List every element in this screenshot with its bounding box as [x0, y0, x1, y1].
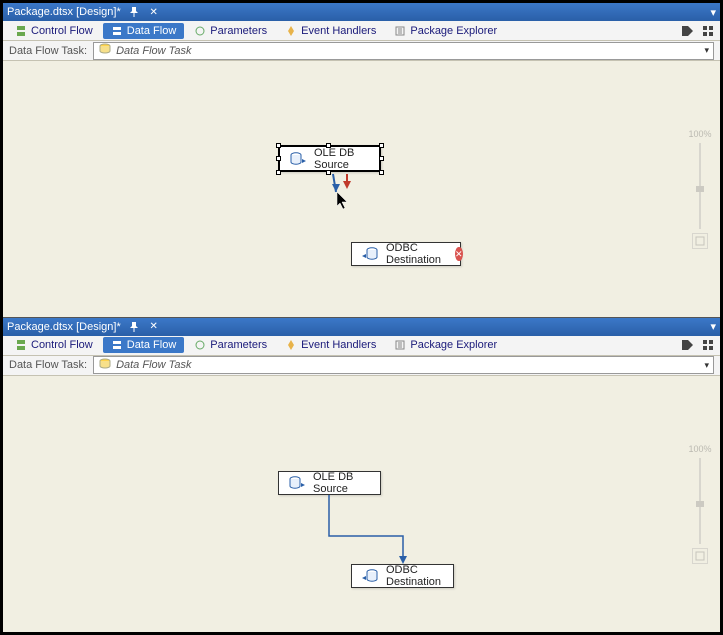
tab-parameters[interactable]: Parameters: [186, 337, 275, 353]
tab-parameters[interactable]: Parameters: [186, 23, 275, 39]
database-source-icon: [289, 475, 305, 491]
resize-handle[interactable]: [276, 156, 281, 161]
data-flow-icon: [111, 339, 123, 351]
tab-label: Parameters: [210, 25, 267, 37]
task-label: Data Flow Task:: [9, 45, 87, 57]
tab-label: Control Flow: [31, 339, 93, 351]
tab-label: Control Flow: [31, 25, 93, 37]
cursor-icon: [337, 192, 351, 213]
design-canvas[interactable]: OLE DB Source ODBC Destination 100%: [3, 376, 720, 633]
package-explorer-icon: [394, 25, 406, 37]
tab-data-flow[interactable]: Data Flow: [103, 337, 185, 353]
database-destination-icon: [362, 568, 378, 584]
event-handlers-icon: [285, 25, 297, 37]
grid-icon[interactable]: [700, 23, 716, 39]
node-label: OLE DB Source: [314, 147, 369, 171]
database-destination-icon: [362, 246, 378, 262]
window-title: Package.dtsx [Design]*: [7, 6, 121, 18]
database-source-icon: [290, 151, 306, 167]
zoom-percent: 100%: [688, 444, 711, 454]
control-flow-icon: [15, 339, 27, 351]
tab-control-flow[interactable]: Control Flow: [7, 337, 101, 353]
node-label: ODBC Destination: [386, 242, 441, 266]
pin-icon[interactable]: [127, 320, 141, 334]
task-select[interactable]: Data Flow Task ▾: [93, 42, 714, 60]
node-oledb-source[interactable]: OLE DB Source: [278, 471, 381, 495]
parameters-icon: [194, 25, 206, 37]
tags-icon[interactable]: [680, 23, 696, 39]
node-label: OLE DB Source: [313, 471, 370, 495]
task-selector-bar: Data Flow Task: Data Flow Task ▾: [3, 41, 720, 61]
task-selector-bar: Data Flow Task: Data Flow Task ▾: [3, 356, 720, 376]
package-explorer-icon: [394, 339, 406, 351]
designer-tabs: Control Flow Data Flow Parameters Event …: [3, 21, 720, 41]
grid-icon[interactable]: [700, 337, 716, 353]
window-title: Package.dtsx [Design]*: [7, 321, 121, 333]
tab-package-explorer[interactable]: Package Explorer: [386, 337, 505, 353]
data-flow-icon: [111, 25, 123, 37]
bottom-pane: Package.dtsx [Design]* ✕ ▾ Control Flow …: [3, 318, 720, 633]
chevron-down-icon: ▾: [704, 360, 709, 371]
design-canvas[interactable]: OLE DB Source: [3, 61, 720, 317]
zoom-percent: 100%: [688, 129, 711, 139]
window-menu-icon[interactable]: ▾: [710, 6, 716, 19]
resize-handle[interactable]: [276, 170, 281, 175]
window-menu-icon[interactable]: ▾: [710, 320, 716, 333]
tags-icon[interactable]: [680, 337, 696, 353]
pin-icon[interactable]: [127, 5, 141, 19]
node-odbc-destination[interactable]: ODBC Destination ✕: [351, 242, 461, 266]
tab-label: Event Handlers: [301, 339, 376, 351]
designer-tabs: Control Flow Data Flow Parameters Event …: [3, 336, 720, 356]
node-oledb-source[interactable]: OLE DB Source: [278, 145, 381, 172]
task-label: Data Flow Task:: [9, 359, 87, 371]
zoom-fit-button[interactable]: [692, 233, 708, 249]
error-badge-icon: ✕: [455, 247, 463, 261]
tab-label: Data Flow: [127, 339, 177, 351]
task-select-value: Data Flow Task: [116, 45, 700, 57]
resize-handle[interactable]: [379, 156, 384, 161]
tab-data-flow[interactable]: Data Flow: [103, 23, 185, 39]
resize-handle[interactable]: [276, 143, 281, 148]
tab-label: Event Handlers: [301, 25, 376, 37]
zoom-track[interactable]: [699, 458, 701, 544]
chevron-down-icon: ▾: [704, 45, 709, 56]
resize-handle[interactable]: [326, 143, 331, 148]
zoom-thumb[interactable]: [696, 186, 704, 192]
close-icon[interactable]: ✕: [147, 320, 161, 334]
tab-event-handlers[interactable]: Event Handlers: [277, 23, 384, 39]
task-select-value: Data Flow Task: [116, 359, 700, 371]
zoom-fit-button[interactable]: [692, 548, 708, 564]
resize-handle[interactable]: [326, 170, 331, 175]
close-icon[interactable]: ✕: [147, 5, 161, 19]
zoom-slider[interactable]: 100%: [690, 129, 710, 249]
zoom-slider[interactable]: 100%: [690, 444, 710, 564]
zoom-thumb[interactable]: [696, 501, 704, 507]
parameters-icon: [194, 339, 206, 351]
task-icon: [98, 357, 112, 374]
tab-event-handlers[interactable]: Event Handlers: [277, 337, 384, 353]
node-odbc-destination[interactable]: ODBC Destination: [351, 564, 454, 588]
control-flow-icon: [15, 25, 27, 37]
tab-label: Package Explorer: [410, 25, 497, 37]
node-label: ODBC Destination: [386, 564, 443, 588]
zoom-track[interactable]: [699, 143, 701, 229]
resize-handle[interactable]: [379, 170, 384, 175]
title-bar: Package.dtsx [Design]* ✕ ▾: [3, 3, 720, 21]
title-bar: Package.dtsx [Design]* ✕ ▾: [3, 318, 720, 336]
top-pane: Package.dtsx [Design]* ✕ ▾ Control Flow …: [3, 3, 720, 318]
task-select[interactable]: Data Flow Task ▾: [93, 356, 714, 374]
task-icon: [98, 42, 112, 59]
tab-label: Package Explorer: [410, 339, 497, 351]
tab-control-flow[interactable]: Control Flow: [7, 23, 101, 39]
tab-package-explorer[interactable]: Package Explorer: [386, 23, 505, 39]
event-handlers-icon: [285, 339, 297, 351]
resize-handle[interactable]: [379, 143, 384, 148]
tab-label: Data Flow: [127, 25, 177, 37]
tab-label: Parameters: [210, 339, 267, 351]
